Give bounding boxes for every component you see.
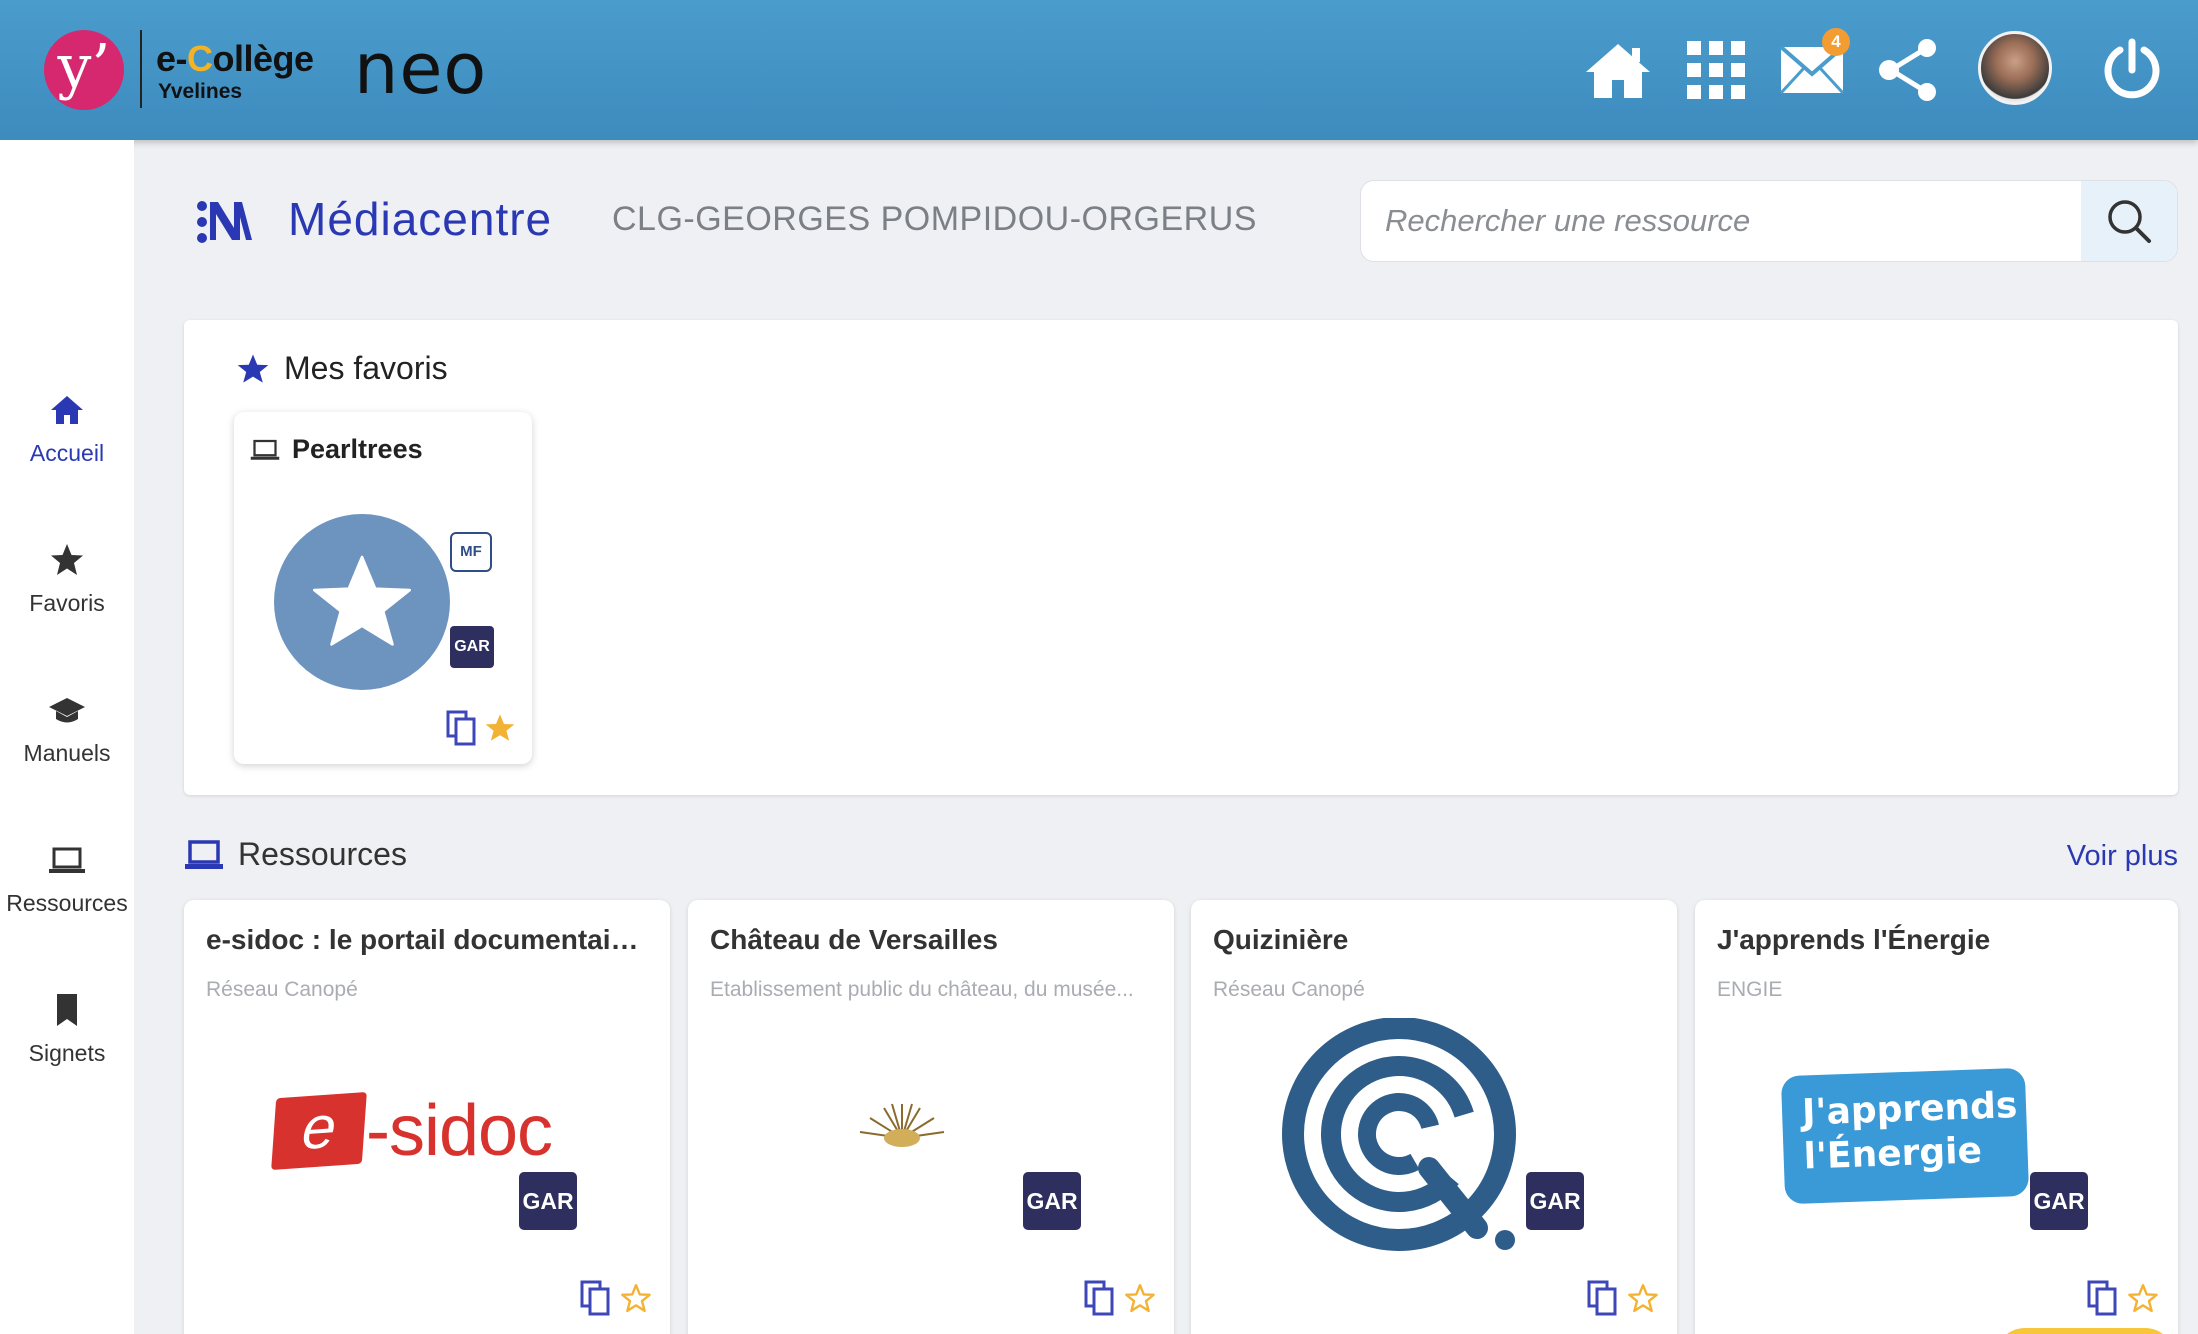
pearltrees-logo	[274, 514, 450, 690]
resource-card-name: J'apprends l'Énergie	[1717, 924, 1991, 955]
resource-card-energie[interactable]: J'apprends l'Énergie ENGIE J'apprends l'…	[1695, 900, 2178, 1334]
favorite-star-outline-icon[interactable]	[2127, 1282, 2159, 1314]
gar-badge: GAR	[2030, 1172, 2088, 1230]
copy-icon[interactable]	[446, 710, 478, 746]
sidebar-item-label: Manuels	[23, 740, 111, 766]
bookmark-icon	[57, 994, 77, 1026]
gar-badge: GAR	[1526, 1172, 1584, 1230]
resource-card-publisher: Réseau Canopé	[1213, 978, 1365, 1001]
favorite-card-name: Pearltrees	[292, 434, 423, 464]
gar-badge: GAR	[450, 626, 494, 668]
ecollege-logo[interactable]: e-Collège	[156, 38, 314, 80]
resource-card-publisher: Etablissement public du château, du musé…	[710, 978, 1134, 1001]
laptop-icon	[49, 847, 85, 873]
school-name: CLG-GEORGES POMPIDOU-ORGERUS	[612, 200, 1257, 238]
search-input[interactable]	[1385, 181, 2065, 261]
ecollege-logo-c: C	[187, 38, 213, 79]
versailles-sun-logo	[859, 1103, 945, 1147]
ecollege-logo-e: e-	[156, 38, 188, 79]
resources-title: Ressources	[238, 836, 407, 872]
sidebar-item-label: Ressources	[6, 890, 128, 916]
resource-card-name: Château de Versailles	[710, 924, 998, 955]
quiziniere-logo	[1282, 1018, 1516, 1251]
copy-icon[interactable]	[580, 1280, 612, 1316]
resource-card-name: e-sidoc : le portail documentaire ...	[206, 924, 646, 955]
home-icon[interactable]	[1582, 34, 1654, 106]
ecollege-logo-rest: ollège	[212, 38, 315, 79]
copy-icon[interactable]	[2087, 1280, 2119, 1316]
star-icon	[51, 544, 83, 575]
resource-card-actions	[2087, 1280, 2159, 1316]
search-bar	[1360, 180, 2178, 262]
sidebar-item-accueil[interactable]: Accueil	[0, 390, 134, 467]
favorite-star-outline-icon[interactable]	[620, 1282, 652, 1314]
favorite-star-outline-icon[interactable]	[1124, 1282, 1156, 1314]
gar-badge: GAR	[519, 1172, 577, 1230]
japprends-energie-logo: J'apprends l'Énergie	[1780, 1067, 2030, 1205]
favorite-card-pearltrees[interactable]: Pearltrees MF GAR	[234, 412, 532, 764]
resource-card-publisher: ENGIE	[1717, 978, 1783, 1001]
sidebar-item-label: Accueil	[29, 440, 105, 466]
star-icon	[237, 354, 269, 383]
sidebar-item-label: Signets	[28, 1040, 106, 1066]
yvelines-logo[interactable]: y’	[44, 30, 124, 110]
mail-icon[interactable]: 4	[1776, 28, 1850, 106]
ecollege-logo-subtitle: Yvelines	[158, 80, 243, 103]
resource-card-actions	[580, 1280, 652, 1316]
graduation-cap-icon	[49, 698, 85, 723]
resource-card-actions	[1587, 1280, 1659, 1316]
search-icon	[2108, 200, 2151, 243]
resource-card-name: Quizinière	[1213, 924, 1349, 955]
sidebar-item-signets[interactable]: Signets	[0, 990, 134, 1067]
laptop-icon	[250, 439, 280, 460]
sidebar-item-favoris[interactable]: Favoris	[0, 540, 134, 617]
favorites-panel: Mes favoris Pearltrees MF GAR	[184, 320, 2178, 795]
energie-logo-line2: l'Énergie	[1802, 1130, 1983, 1178]
copy-icon[interactable]	[1587, 1280, 1619, 1316]
power-icon[interactable]	[2096, 34, 2168, 106]
mediacentre-logo-icon	[197, 201, 252, 243]
sidebar-item-ressources[interactable]: Ressources	[0, 840, 134, 917]
yvelines-logo-text: y’	[57, 32, 111, 102]
favorite-star-outline-icon[interactable]	[1627, 1282, 1659, 1314]
sidebar-item-manuels[interactable]: Manuels	[0, 690, 134, 767]
avatar[interactable]	[1978, 31, 2052, 105]
resources-header: Ressources	[184, 836, 407, 873]
energie-logo-line1: J'apprends	[1801, 1085, 2018, 1134]
favorites-header: Mes favoris	[236, 350, 448, 387]
resource-card-versailles[interactable]: Château de Versailles Etablissement publ…	[688, 900, 1174, 1334]
resource-card-publisher: Réseau Canopé	[206, 978, 358, 1001]
voir-plus-link[interactable]: Voir plus	[2067, 840, 2178, 873]
neo-logo[interactable]: neo	[354, 28, 487, 110]
mail-badge: 4	[1822, 28, 1850, 56]
home-icon	[51, 396, 83, 424]
favorite-card-actions	[446, 710, 516, 746]
gar-badge: GAR	[1023, 1172, 1081, 1230]
resource-card-quiziniere[interactable]: Quizinière Réseau Canopé GAR	[1191, 900, 1677, 1334]
top-bar: y’ e-Collège Yvelines neo 4	[0, 0, 2198, 140]
esidoc-logo: e -sidoc	[271, 1090, 553, 1172]
floating-help-button[interactable]	[1995, 1328, 2175, 1334]
search-button[interactable]	[2081, 181, 2177, 261]
favorites-title: Mes favoris	[284, 350, 448, 386]
sidebar: Accueil Favoris Manuels Ressources Signe…	[0, 140, 134, 1334]
favorite-star-icon[interactable]	[484, 712, 516, 744]
sidebar-item-label: Favoris	[29, 590, 105, 616]
resource-card-esidoc[interactable]: e-sidoc : le portail documentaire ... Ré…	[184, 900, 670, 1334]
copy-icon[interactable]	[1084, 1280, 1116, 1316]
resource-card-actions	[1084, 1280, 1156, 1316]
esidoc-logo-e: e	[271, 1091, 367, 1171]
mf-tag: MF	[450, 532, 492, 572]
laptop-icon	[185, 839, 223, 869]
share-icon[interactable]	[1872, 34, 1944, 106]
esidoc-logo-text: -sidoc	[366, 1091, 553, 1171]
logo-divider	[140, 30, 142, 108]
favorite-card-title: Pearltrees	[250, 434, 423, 465]
page-title: Médiacentre	[288, 193, 553, 245]
apps-grid-icon[interactable]	[1680, 34, 1752, 106]
star-icon	[312, 555, 412, 646]
